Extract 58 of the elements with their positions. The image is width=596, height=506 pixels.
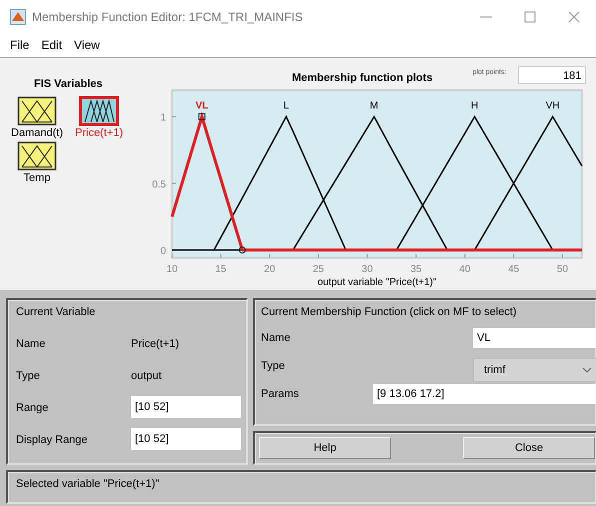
membership-curve[interactable] xyxy=(396,115,554,250)
variable-label: Temp xyxy=(24,172,50,184)
curve-label: L xyxy=(283,100,289,112)
x-tick-label: 25 xyxy=(312,264,324,275)
params-field[interactable]: [9 13.06 17.2] xyxy=(373,384,596,404)
curve-label: VL xyxy=(195,100,208,112)
variable-label: Damand(t) xyxy=(11,127,63,139)
membership-function-icon[interactable] xyxy=(17,96,57,126)
app-logo-icon xyxy=(10,8,26,24)
field-label: Name xyxy=(261,332,292,346)
chart-title: Membership function plots xyxy=(292,72,433,84)
x-axis-label: output variable "Price(t+1)" xyxy=(317,276,437,288)
name-field[interactable]: VL xyxy=(473,328,596,348)
field-value: output xyxy=(131,370,163,384)
caret-icon xyxy=(580,365,594,375)
membership-curve[interactable] xyxy=(292,114,448,250)
display-range-field[interactable]: [10 52] xyxy=(131,428,241,450)
help-button[interactable]: Help xyxy=(259,437,391,459)
panel-title: Current Variable xyxy=(16,306,96,320)
section-title: FIS Variables xyxy=(34,78,102,90)
panel-title: Current Membership Function (click on MF to select) xyxy=(261,306,518,320)
menu-item[interactable]: Edit xyxy=(35,38,68,52)
variable-label: Price(t+1) xyxy=(75,127,123,139)
x-tick-label: 15 xyxy=(215,264,226,275)
field-label: Range xyxy=(16,402,50,416)
range-field[interactable]: [10 52] xyxy=(131,396,241,418)
y-tick-label: 0 xyxy=(160,246,166,257)
x-tick-label: 30 xyxy=(362,264,373,275)
y-tick-label: 0.5 xyxy=(152,179,166,190)
curve-label: VH xyxy=(546,100,560,112)
membership-curve[interactable] xyxy=(213,114,346,250)
curve-label: M xyxy=(370,100,378,112)
x-tick-label: 20 xyxy=(264,264,276,275)
status-bar: Selected variable "Price(t+1)" xyxy=(6,470,596,504)
window-title: Membership Function Editor: 1FCM_TRI_MAINFIS xyxy=(32,10,304,24)
field-label: Params xyxy=(261,388,300,402)
x-tick-label: 35 xyxy=(410,264,422,275)
membership-curve[interactable] xyxy=(474,115,583,250)
vertex-handle-icon[interactable] xyxy=(238,246,246,254)
vertex-handle-icon[interactable] xyxy=(198,112,206,120)
curve-label: H xyxy=(471,100,478,112)
menu-item[interactable]: View xyxy=(68,38,106,52)
type-dropdown[interactable]: trimf xyxy=(473,358,596,382)
membership-function-icon[interactable] xyxy=(17,141,57,171)
field-label: Type xyxy=(16,370,41,384)
x-tick-label: 45 xyxy=(508,264,520,275)
x-tick-label: 10 xyxy=(166,264,178,275)
field-label: Name xyxy=(16,338,46,352)
field-value: Price(t+1) xyxy=(131,338,180,352)
x-tick-label: 50 xyxy=(556,264,568,275)
close-button[interactable]: Close xyxy=(463,437,595,459)
y-tick-label: 1 xyxy=(160,112,166,124)
plot-points-field[interactable]: 181 xyxy=(518,66,586,84)
membership-function-icon[interactable] xyxy=(79,96,119,126)
menu-item[interactable]: File xyxy=(4,38,36,52)
x-tick-label: 40 xyxy=(459,264,470,275)
field-label: Display Range xyxy=(16,434,89,448)
field-label: Type xyxy=(261,360,286,374)
